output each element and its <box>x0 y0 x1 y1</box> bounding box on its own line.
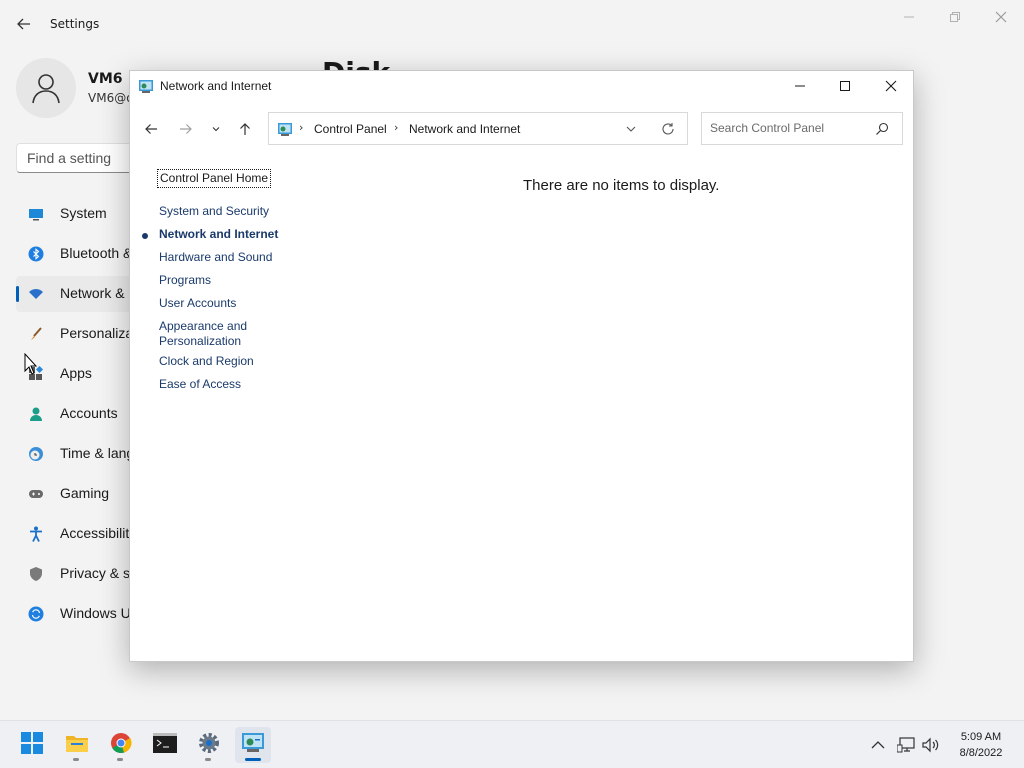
category-link-programs[interactable]: Programs <box>159 273 211 288</box>
file-explorer-icon <box>65 732 89 758</box>
gamepad-icon <box>28 486 44 502</box>
wifi-icon <box>28 286 44 302</box>
brush-icon <box>28 326 44 342</box>
network-status-icon[interactable] <box>896 735 916 755</box>
running-indicator <box>73 758 79 761</box>
running-indicator <box>245 758 261 761</box>
running-indicator <box>205 758 211 761</box>
clock-globe-icon <box>28 446 44 462</box>
taskbar-control-panel[interactable] <box>235 727 271 763</box>
user-email: VM6@o <box>88 91 134 105</box>
breadcrumb-separator-icon[interactable]: › <box>394 121 398 134</box>
clock-date: 8/8/2022 <box>959 747 1003 759</box>
empty-state-message: There are no items to display. <box>523 177 720 194</box>
control-panel-window: Network and Internet › Control Panel › N… <box>129 70 914 662</box>
refresh-icon[interactable] <box>660 121 676 137</box>
active-indicator <box>16 286 19 302</box>
current-category-bullet <box>142 233 148 239</box>
bluetooth-icon <box>28 246 44 262</box>
clock-time: 5:09 AM <box>960 731 1002 743</box>
maximize-icon[interactable] <box>822 71 868 101</box>
minimize-icon[interactable] <box>894 8 924 26</box>
taskbar-settings[interactable] <box>191 727 227 763</box>
accessibility-icon <box>28 526 44 542</box>
close-icon[interactable] <box>986 8 1016 26</box>
title-bar[interactable]: Network and Internet <box>130 71 913 101</box>
category-link-appearance-line1[interactable]: Appearance and <box>159 319 247 334</box>
category-link-clock-region[interactable]: Clock and Region <box>159 354 254 369</box>
person-icon <box>32 74 60 104</box>
sidebar-item-label: Apps <box>60 365 92 381</box>
sidebar-item-label: Privacy & s <box>60 565 131 581</box>
back-arrow-icon[interactable] <box>14 14 34 34</box>
category-link-hardware-sound[interactable]: Hardware and Sound <box>159 250 272 265</box>
control-panel-icon <box>241 732 265 758</box>
sidebar-item-label: Accounts <box>60 405 118 421</box>
category-link-appearance-line2[interactable]: Personalization <box>159 334 241 349</box>
user-name: VM6 <box>88 71 123 87</box>
search-input[interactable] <box>702 113 878 143</box>
person-icon <box>28 406 44 422</box>
sidebar-item-label: Time & lang <box>60 445 135 461</box>
avatar[interactable] <box>16 58 76 118</box>
taskbar-terminal[interactable] <box>147 727 183 763</box>
breadcrumb-item[interactable]: Control Panel <box>314 122 387 136</box>
breadcrumb-item[interactable]: Network and Internet <box>409 122 520 136</box>
taskbar-chrome[interactable] <box>103 727 139 763</box>
taskbar-file-explorer[interactable] <box>59 727 95 763</box>
back-arrow-icon[interactable] <box>139 117 163 141</box>
search-control-panel[interactable] <box>701 112 903 145</box>
sidebar-item-label: Accessibilit <box>60 525 130 541</box>
restore-icon[interactable] <box>940 8 970 26</box>
search-icon[interactable] <box>874 121 890 137</box>
chrome-icon <box>110 732 132 758</box>
category-link-user-accounts[interactable]: User Accounts <box>159 296 236 311</box>
sidebar-item-label: Network & <box>60 285 125 301</box>
monitor-icon <box>28 206 44 222</box>
sidebar-item-label: System <box>60 205 107 221</box>
sidebar-item-label: Bluetooth & <box>60 245 133 261</box>
address-bar[interactable]: › Control Panel › Network and Internet <box>268 112 688 145</box>
show-hidden-icons-chevron-icon[interactable] <box>868 735 888 755</box>
sidebar-item-label: Windows U <box>60 605 131 621</box>
sidebar-item-label: Gaming <box>60 485 110 501</box>
start-button[interactable] <box>14 727 50 763</box>
settings-gear-icon <box>198 732 220 758</box>
up-arrow-icon[interactable] <box>233 117 257 141</box>
category-link-network-internet[interactable]: Network and Internet <box>159 227 278 242</box>
settings-title: Settings <box>50 17 100 31</box>
start-icon <box>21 732 43 758</box>
control-panel-home-link[interactable]: Control Panel Home <box>156 169 272 188</box>
breadcrumb-separator-icon[interactable]: › <box>299 121 303 134</box>
close-icon[interactable] <box>868 71 914 101</box>
category-link-ease-of-access[interactable]: Ease of Access <box>159 377 241 392</box>
minimize-icon[interactable] <box>777 71 823 101</box>
running-indicator <box>117 758 123 761</box>
taskbar-clock[interactable]: 5:09 AM 8/8/2022 <box>950 729 1012 761</box>
taskbar: 5:09 AM 8/8/2022 <box>0 720 1024 768</box>
sidebar-item-label: Personaliza <box>60 325 134 341</box>
terminal-icon <box>153 733 177 757</box>
mouse-cursor-icon <box>24 352 38 375</box>
category-link-system-security[interactable]: System and Security <box>159 204 269 219</box>
forward-arrow-icon[interactable] <box>174 117 198 141</box>
control-panel-icon <box>138 78 154 94</box>
control-panel-icon <box>277 121 293 137</box>
recent-locations-chevron-icon[interactable] <box>204 117 228 141</box>
update-icon <box>28 606 44 622</box>
volume-icon[interactable] <box>921 735 941 755</box>
address-dropdown-chevron-icon[interactable] <box>623 121 639 137</box>
window-title: Network and Internet <box>160 79 272 93</box>
shield-icon <box>28 566 44 582</box>
